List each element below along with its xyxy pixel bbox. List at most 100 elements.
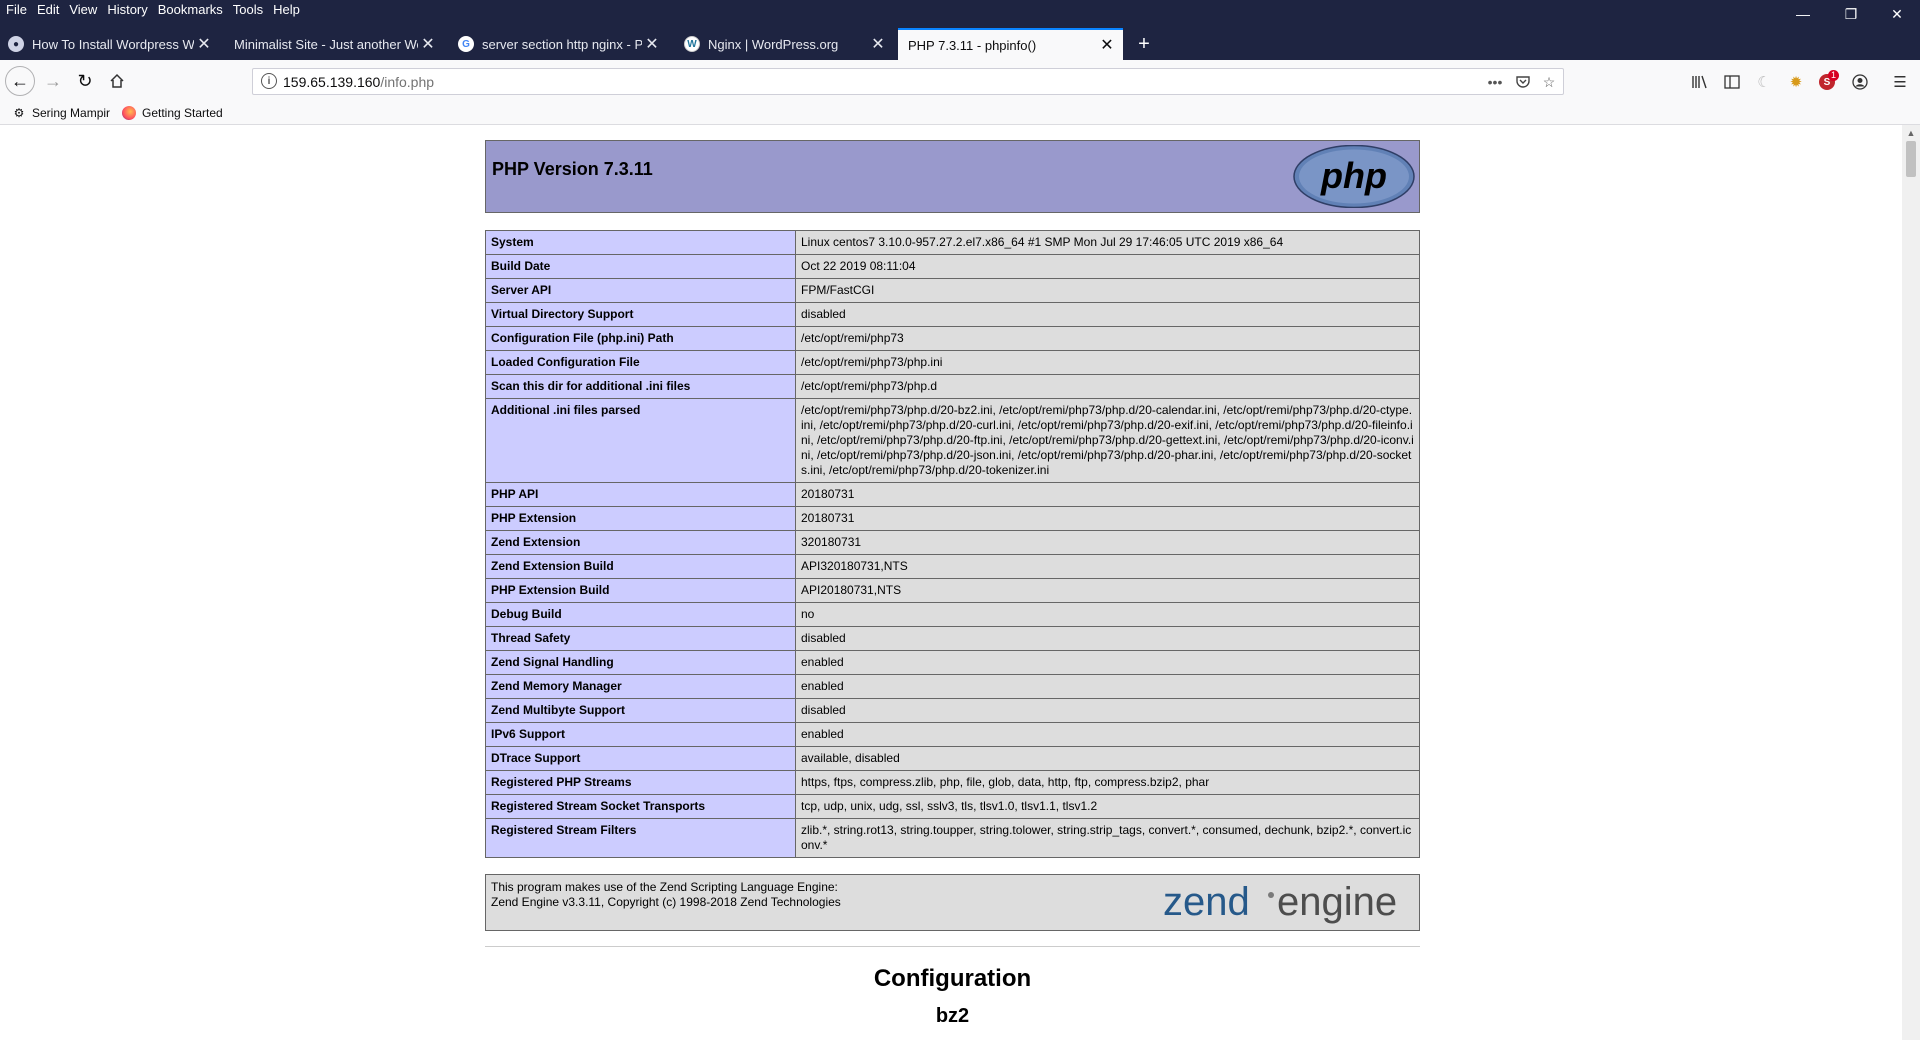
pocket-icon[interactable] xyxy=(1513,73,1533,91)
moon-icon[interactable]: ☾ xyxy=(1752,70,1776,94)
configuration-heading: Configuration xyxy=(873,965,1032,992)
tab-phpinfo[interactable]: PHP 7.3.11 - phpinfo() ✕ xyxy=(898,28,1123,60)
tab-close-icon[interactable]: ✕ xyxy=(194,34,214,54)
table-row: PHP Extension Build API20180731,NTS xyxy=(485,578,1420,603)
table-row: Zend Memory Manager enabled xyxy=(485,674,1420,699)
row-value: 20180731 xyxy=(795,506,1420,531)
divider xyxy=(485,946,1420,947)
row-key: Scan this dir for additional .ini files xyxy=(485,374,796,399)
row-key: Registered PHP Streams xyxy=(485,770,796,795)
row-key: IPv6 Support xyxy=(485,722,796,747)
zend-engine-box: This program makes use of the Zend Scrip… xyxy=(485,874,1420,931)
zend-logo-word1: zend xyxy=(1163,880,1250,924)
row-value: enabled xyxy=(795,650,1420,675)
url-text[interactable]: 159.65.139.160/info.php xyxy=(283,74,434,90)
firefox-icon xyxy=(122,106,136,120)
tab-minimalist-site[interactable]: Minimalist Site - Just another Word ✕ xyxy=(222,28,444,60)
home-icon xyxy=(110,73,124,88)
table-row: Debug Build no xyxy=(485,602,1420,627)
tab-strip: ● How To Install Wordpress With ✕ Minima… xyxy=(0,28,1920,60)
page-viewport[interactable]: PHP Version 7.3.11 php System Linux cento… xyxy=(0,125,1902,1040)
row-key: PHP Extension xyxy=(485,506,796,531)
scroll-thumb[interactable] xyxy=(1906,141,1916,177)
home-button[interactable] xyxy=(102,66,132,96)
vertical-scrollbar[interactable]: ▲ xyxy=(1902,125,1920,1040)
scroll-up-icon[interactable]: ▲ xyxy=(1902,125,1920,141)
row-value: /etc/opt/remi/php73/php.d xyxy=(795,374,1420,399)
row-value: enabled xyxy=(795,722,1420,747)
tab-title: Nginx | WordPress.org xyxy=(708,36,839,52)
reload-button[interactable]: ↻ xyxy=(70,66,100,96)
table-row: Configuration File (php.ini) Path/etc/op… xyxy=(485,326,1420,351)
bz2-heading: bz2 xyxy=(935,1005,970,1027)
table-row: Build Date Oct 22 2019 08:11:04 xyxy=(485,254,1420,279)
menu-history[interactable]: History xyxy=(107,0,147,20)
close-window-button[interactable]: ✕ xyxy=(1874,0,1920,28)
row-value: disabled xyxy=(795,626,1420,651)
new-tab-button[interactable]: + xyxy=(1130,28,1158,60)
account-icon[interactable] xyxy=(1848,70,1872,94)
table-row: Server API FPM/FastCGI xyxy=(485,278,1420,303)
row-key: PHP Extension Build xyxy=(485,578,796,603)
url-host: 159.65.139.160 xyxy=(283,74,381,90)
extension-badge-icon[interactable]: S 1 xyxy=(1815,70,1839,94)
row-value: enabled xyxy=(795,674,1420,699)
zend-line-2: Zend Engine v3.3.11, Copyright (c) 1998-… xyxy=(491,895,841,909)
zend-engine-logo-icon: zend engine xyxy=(1163,880,1397,924)
hamburger-menu-icon[interactable]: ☰ xyxy=(1888,70,1912,94)
row-value: no xyxy=(795,602,1420,627)
table-row: System Linux centos7 3.10.0-957.27.2.el7.… xyxy=(485,230,1420,255)
back-button[interactable]: ← xyxy=(5,66,35,96)
back-arrow-icon: ← xyxy=(11,70,29,91)
bookmark-label: Getting Started xyxy=(142,106,223,120)
extension-gear-icon[interactable]: ✹ xyxy=(1784,70,1808,94)
row-value: API20180731,NTS xyxy=(795,578,1420,603)
forward-button[interactable]: → xyxy=(38,66,68,96)
row-key: Zend Extension Build xyxy=(485,554,796,579)
tab-favicon-icon: ● xyxy=(8,36,24,52)
tab-how-to-install-wordpress[interactable]: ● How To Install Wordpress With ✕ xyxy=(0,28,220,60)
menu-view[interactable]: View xyxy=(69,0,97,20)
tab-server-section-nginx[interactable]: G server section http nginx - Pen ✕ xyxy=(450,28,668,60)
row-key: Zend Multibyte Support xyxy=(485,698,796,723)
menu-bar: File Edit View History Bookmarks Tools H… xyxy=(0,0,310,20)
zend-line-1: This program makes use of the Zend Scrip… xyxy=(491,880,838,894)
tab-close-icon[interactable]: ✕ xyxy=(1097,35,1117,55)
menu-tools[interactable]: Tools xyxy=(233,0,263,20)
menu-edit[interactable]: Edit xyxy=(37,0,59,20)
bookmark-getting-started[interactable]: Getting Started xyxy=(122,104,223,122)
bookmark-sering-mampir[interactable]: ⚙ Sering Mampir xyxy=(12,104,110,122)
tab-nginx-wordpress[interactable]: W Nginx | WordPress.org ✕ xyxy=(676,28,894,60)
page-actions-icon[interactable]: ••• xyxy=(1485,73,1505,91)
table-row: Thread Safety disabled xyxy=(485,626,1420,651)
row-value: API320180731,NTS xyxy=(795,554,1420,579)
table-row: PHP API 20180731 xyxy=(485,482,1420,507)
php-logo-text: php xyxy=(1320,155,1387,196)
minimize-button[interactable]: — xyxy=(1780,0,1826,28)
table-row: Registered Stream Filters zlib.*, string.… xyxy=(485,818,1420,858)
menu-bookmarks[interactable]: Bookmarks xyxy=(158,0,223,20)
tab-close-icon[interactable]: ✕ xyxy=(418,34,438,54)
row-value: tcp, udp, unix, udg, ssl, sslv3, tls, tl… xyxy=(795,794,1420,819)
bookmark-star-icon[interactable]: ☆ xyxy=(1539,73,1559,91)
tab-close-icon[interactable]: ✕ xyxy=(868,34,888,54)
address-bar[interactable]: i 159.65.139.160/info.php ••• ☆ xyxy=(252,68,1564,95)
menu-file[interactable]: File xyxy=(6,0,27,20)
library-icon[interactable] xyxy=(1688,70,1712,94)
row-key: Virtual Directory Support xyxy=(485,302,796,327)
row-key: Zend Extension xyxy=(485,530,796,555)
maximize-button[interactable]: ❐ xyxy=(1828,0,1874,28)
table-row: PHP Extension 20180731 xyxy=(485,506,1420,531)
row-value: /etc/opt/remi/php73 xyxy=(795,326,1420,351)
menu-help[interactable]: Help xyxy=(273,0,300,20)
table-row: IPv6 Support enabled xyxy=(485,722,1420,747)
site-info-icon[interactable]: i xyxy=(261,73,277,89)
tab-close-icon[interactable]: ✕ xyxy=(642,34,662,54)
row-key: Zend Signal Handling xyxy=(485,650,796,675)
table-row: Loaded Configuration File/etc/opt/remi/p… xyxy=(485,350,1420,375)
sidebar-icon[interactable] xyxy=(1720,70,1744,94)
url-path: /info.php xyxy=(380,74,435,90)
gear-icon: ⚙ xyxy=(13,106,25,120)
row-key: Build Date xyxy=(485,254,796,279)
tab-title: Minimalist Site - Just another Word xyxy=(234,36,418,52)
